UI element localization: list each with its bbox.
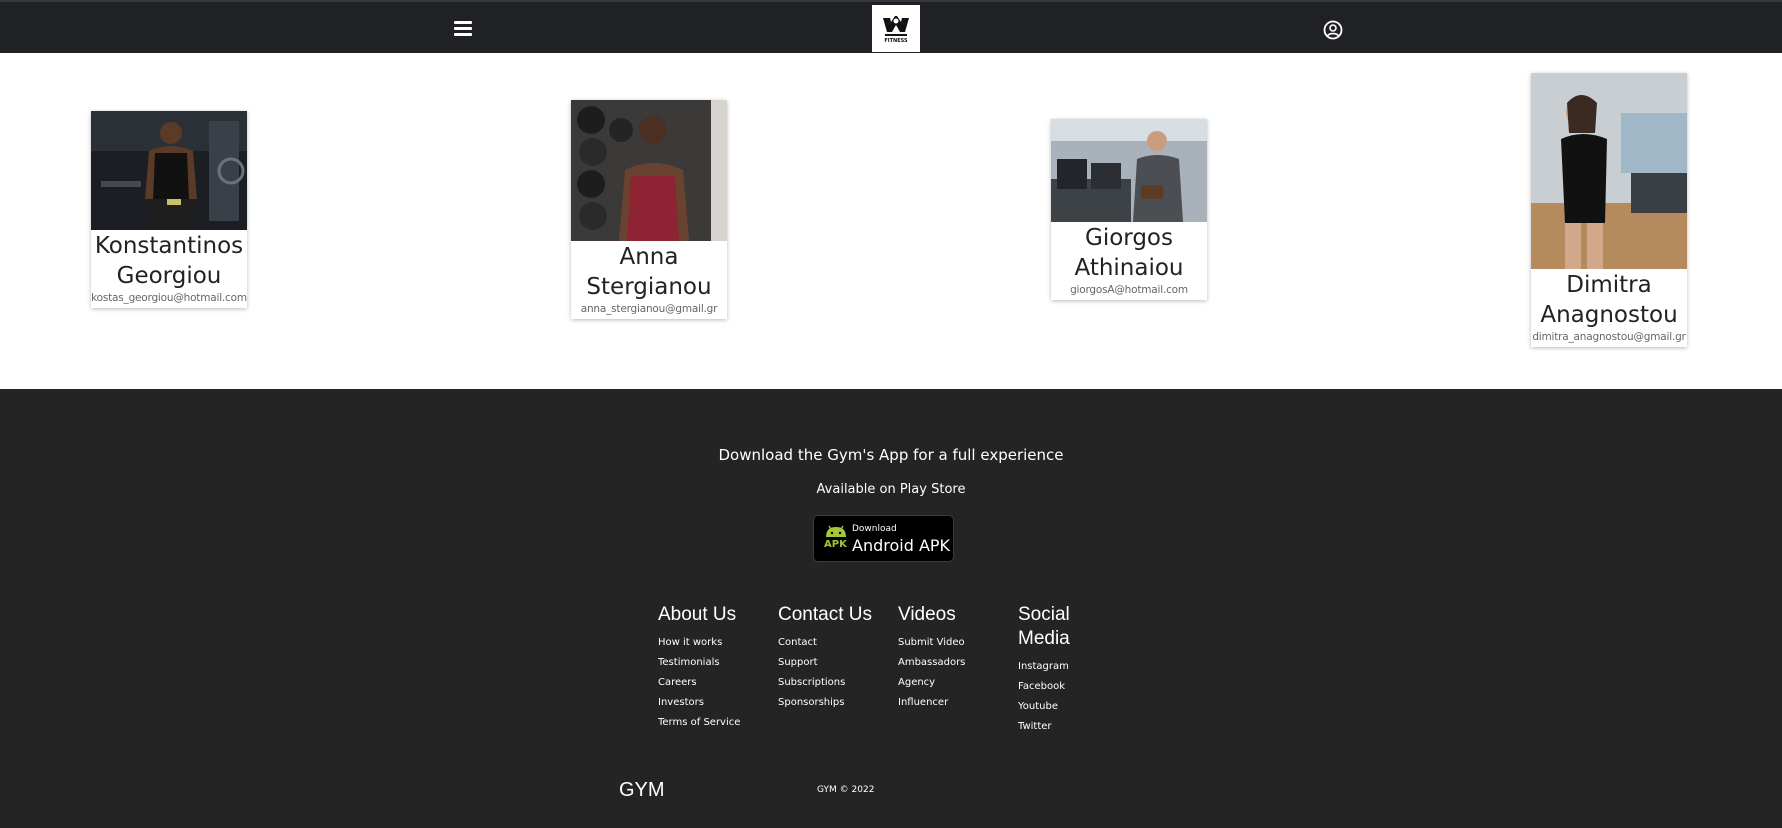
footer-link[interactable]: Contact [778, 633, 872, 653]
footer-link[interactable]: Submit Video [898, 633, 965, 653]
page-footer: Download the Gym's App for a full experi… [0, 389, 1782, 828]
trainer-email[interactable]: dimitra_anagnostou@gmail.gr [1531, 330, 1687, 347]
hamburger-menu-icon[interactable] [450, 16, 476, 40]
footer-link[interactable]: Support [778, 653, 872, 673]
trainer-name: Dimitra Anagnostou [1540, 272, 1678, 328]
trainer-email[interactable]: anna_stergianou@gmail.gr [571, 302, 727, 319]
trainer-name: Giorgos Athinaiou [1074, 225, 1184, 281]
trainer-photo [1051, 119, 1207, 222]
trainer-photo [1531, 73, 1687, 269]
footer-link[interactable]: Facebook [1018, 677, 1098, 697]
footer-link[interactable]: Careers [658, 673, 740, 693]
trainer-email[interactable]: giorgosA@hotmail.com [1051, 283, 1207, 300]
gym-logo[interactable]: FITNESS [872, 5, 920, 52]
footer-column-videos: Videos Submit Video Ambassadors Agency I… [898, 603, 965, 713]
trainer-email[interactable]: kostas_georgiou@hotmail.com [91, 291, 247, 308]
footer-link[interactable]: Sponsorships [778, 693, 872, 713]
footer-link[interactable]: Investors [658, 693, 740, 713]
team-card[interactable]: Anna Stergianou anna_stergianou@gmail.gr [571, 100, 727, 319]
trainer-photo [571, 100, 727, 241]
footer-column-about: About Us How it works Testimonials Caree… [658, 603, 740, 733]
footer-column-title: About Us [658, 604, 737, 625]
user-circle-icon[interactable] [1322, 19, 1344, 41]
logo-text: FITNESS [884, 37, 908, 44]
trainer-photo [91, 111, 247, 230]
footer-link[interactable]: Ambassadors [898, 653, 965, 673]
available-text: Available on Play Store [816, 482, 966, 497]
team-card[interactable]: Giorgos Athinaiou giorgosA@hotmail.com [1051, 119, 1207, 300]
footer-link[interactable]: Testimonials [658, 653, 740, 673]
apk-tag: APK [824, 539, 847, 550]
team-card[interactable]: Konstantinos Georgiou kostas_georgiou@ho… [91, 111, 247, 308]
footer-link[interactable]: Agency [898, 673, 965, 693]
footer-link[interactable]: Twitter [1018, 717, 1098, 737]
footer-link[interactable]: Subscriptions [778, 673, 872, 693]
team-section: Konstantinos Georgiou kostas_georgiou@ho… [0, 53, 1782, 389]
team-card[interactable]: Dimitra Anagnostou dimitra_anagnostou@gm… [1531, 73, 1687, 347]
footer-column-social: Social Media Instagram Facebook Youtube … [1018, 603, 1098, 737]
apk-button-label: Android APK [852, 536, 951, 555]
android-icon [826, 525, 846, 537]
download-apk-button[interactable]: APK Download Android APK [813, 515, 954, 562]
footer-link[interactable]: Instagram [1018, 657, 1098, 677]
apk-button-small-label: Download [852, 524, 897, 534]
trainer-name: Konstantinos Georgiou [94, 233, 244, 289]
top-navbar: FITNESS [0, 0, 1782, 53]
trainer-name: Anna Stergianou [586, 244, 712, 300]
footer-column-title: Contact Us [778, 604, 872, 625]
download-app-text: Download the Gym's App for a full experi… [718, 446, 1064, 464]
footer-link[interactable]: Terms of Service [658, 713, 740, 733]
fitness-logo-icon [883, 15, 909, 36]
footer-column-title: Videos [898, 604, 956, 625]
copyright-text: GYM © 2022 [817, 785, 875, 795]
footer-link[interactable]: Youtube [1018, 697, 1098, 717]
footer-column-title: Social Media [1018, 604, 1070, 649]
footer-link[interactable]: How it works [658, 633, 740, 653]
footer-brand: GYM [619, 779, 665, 801]
footer-link[interactable]: Influencer [898, 693, 965, 713]
footer-column-contact: Contact Us Contact Support Subscriptions… [778, 603, 872, 713]
